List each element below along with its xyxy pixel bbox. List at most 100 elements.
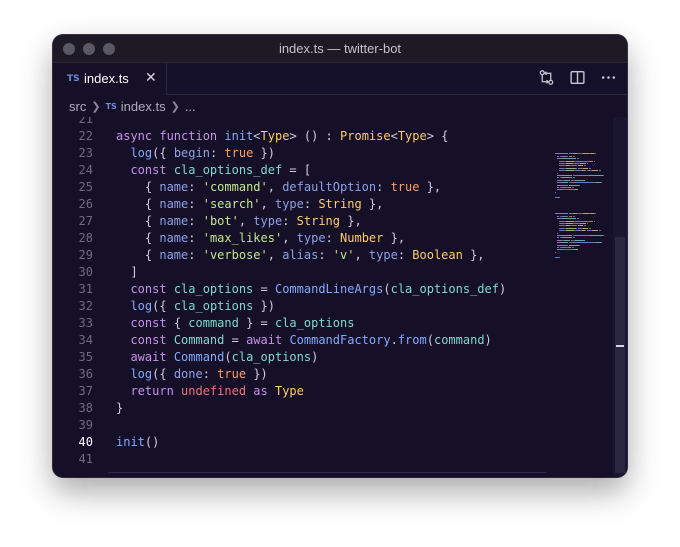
minimap-token: [555, 251, 556, 253]
minimap-token: [562, 218, 576, 220]
code-text: { name: 'search', type: String },: [116, 197, 384, 211]
minimap-token: [574, 235, 589, 236]
code-text: }: [116, 401, 124, 415]
code-text: return undefined as Type: [130, 384, 304, 398]
cursor-position-marker: [616, 345, 624, 347]
minimap-token: [591, 230, 599, 232]
code-line[interactable]: 41: [53, 451, 613, 468]
title-bar: index.ts — twitter-bot: [53, 35, 627, 63]
line-number: 41: [78, 452, 93, 466]
code-line[interactable]: 37 return undefined as Type: [53, 383, 613, 400]
tab-index-ts[interactable]: TS index.ts ✕: [53, 63, 167, 95]
code-line[interactable]: 26 { name: 'search', type: String },: [53, 196, 613, 213]
editor-actions: [538, 69, 617, 86]
code-line[interactable]: 25 { name: 'command', defaultOption: tru…: [53, 179, 613, 196]
minimap-token: [560, 213, 569, 215]
line-number: 37: [78, 384, 93, 398]
minimap-token: [562, 237, 573, 239]
code-line[interactable]: 23 log({ begin: true }): [53, 145, 613, 162]
code-line[interactable]: 31 const cla_options = CommandLineArgs(c…: [53, 281, 613, 298]
minimap-token: [565, 167, 576, 169]
compare-changes-icon[interactable]: [538, 69, 555, 86]
code-line[interactable]: 36 log({ done: true }): [53, 366, 613, 383]
code-line[interactable]: 22 async function init<Type> () : Promise…: [53, 128, 613, 145]
code-line[interactable]: 38}: [53, 400, 613, 417]
line-number: 38: [78, 401, 93, 415]
code-text: await Command(cla_options): [130, 350, 319, 364]
code-line[interactable]: 34 const Command = await CommandFactory.…: [53, 332, 613, 349]
code-line[interactable]: 35 await Command(cla_options): [53, 349, 613, 366]
line-number: 26: [78, 197, 93, 211]
split-editor-icon[interactable]: [569, 69, 586, 86]
breadcrumb-symbols[interactable]: ...: [185, 99, 196, 114]
close-icon[interactable]: ✕: [145, 70, 157, 86]
minimap-token: [602, 175, 604, 176]
minimap-token: [599, 170, 601, 172]
code-line[interactable]: 30 ]: [53, 264, 613, 281]
minimap-token: [562, 175, 573, 176]
typescript-file-icon: TS: [67, 74, 80, 84]
minimap-token: [556, 232, 558, 234]
code-text: const { command } = cla_options: [130, 316, 355, 330]
breadcrumb-folder[interactable]: src: [69, 99, 86, 114]
code-line[interactable]: 32 log({ cla_options }): [53, 298, 613, 315]
minimap-token: [569, 184, 580, 186]
code-text: const cla_options = CommandLineArgs(cla_…: [130, 282, 507, 296]
minimap-token: [599, 230, 601, 232]
minimap-token: [572, 247, 574, 248]
tab-label: index.ts: [84, 71, 129, 86]
minimap-token: [573, 215, 575, 217]
minimap-token: [593, 160, 596, 162]
code-text: const Command = await CommandFactory.fro…: [130, 333, 492, 347]
vertical-scrollbar[interactable]: [613, 117, 627, 477]
code-text: { name: 'max_likes', type: Number },: [116, 231, 406, 245]
line-number: 22: [78, 129, 93, 143]
chevron-right-icon: ❯: [91, 100, 101, 113]
minimap-token: [567, 247, 572, 248]
line-number: 29: [78, 248, 93, 262]
code-line[interactable]: 28 { name: 'max_likes', type: Number },: [53, 230, 613, 247]
current-line-highlight: [108, 472, 547, 477]
minimap-token: [573, 237, 575, 239]
code-editor[interactable]: 21 22 async function init<Type> () : Promi…: [53, 117, 627, 477]
minimap-token: [565, 223, 573, 224]
minimap[interactable]: [551, 117, 613, 477]
minimap-token: [589, 227, 591, 229]
minimap-token: [602, 235, 604, 236]
code-line[interactable]: 29 { name: 'verbose', alias: 'v', type: …: [53, 247, 613, 264]
code-line[interactable]: 27 { name: 'bot', type: String },: [53, 213, 613, 230]
minimap-token: [562, 182, 569, 184]
code-line[interactable]: 33 const { command } = cla_options: [53, 315, 613, 332]
minimap-token: [577, 165, 583, 167]
minimap-token: [576, 242, 590, 244]
editor-window: index.ts — twitter-bot TS index.ts ✕ src…: [53, 35, 627, 477]
code-text: { name: 'bot', type: String },: [116, 214, 362, 228]
more-actions-icon[interactable]: [600, 69, 617, 86]
minimap-token: [593, 220, 596, 222]
breadcrumb-file[interactable]: index.ts: [121, 99, 166, 114]
line-number: 36: [78, 367, 93, 381]
line-number: 27: [78, 214, 93, 228]
minimap-token: [591, 170, 599, 172]
line-number: 33: [78, 316, 93, 330]
minimap-token: [593, 213, 597, 215]
scrollbar-thumb[interactable]: [615, 237, 625, 473]
line-number: 40: [78, 435, 93, 449]
code-line[interactable]: 40 init(): [53, 434, 613, 451]
code-line[interactable]: 21: [53, 117, 613, 128]
minimap-token: [560, 153, 569, 155]
minimap-token: [567, 187, 572, 188]
minimap-token: [575, 160, 588, 162]
code-text: { name: 'command', defaultOption: true }…: [116, 180, 442, 194]
code-line[interactable]: 39: [53, 417, 613, 434]
minimap-token: [583, 225, 586, 227]
minimap-token: [574, 175, 589, 176]
minimap-token: [565, 170, 574, 172]
minimap-token: [565, 227, 576, 229]
minimap-token: [579, 244, 581, 246]
minimap-token: [582, 167, 589, 169]
window-title: index.ts — twitter-bot: [278, 41, 402, 56]
minimap-token: [556, 172, 558, 174]
minimap-token: [589, 160, 593, 162]
code-line[interactable]: 24 const cla_options_def = [: [53, 162, 613, 179]
